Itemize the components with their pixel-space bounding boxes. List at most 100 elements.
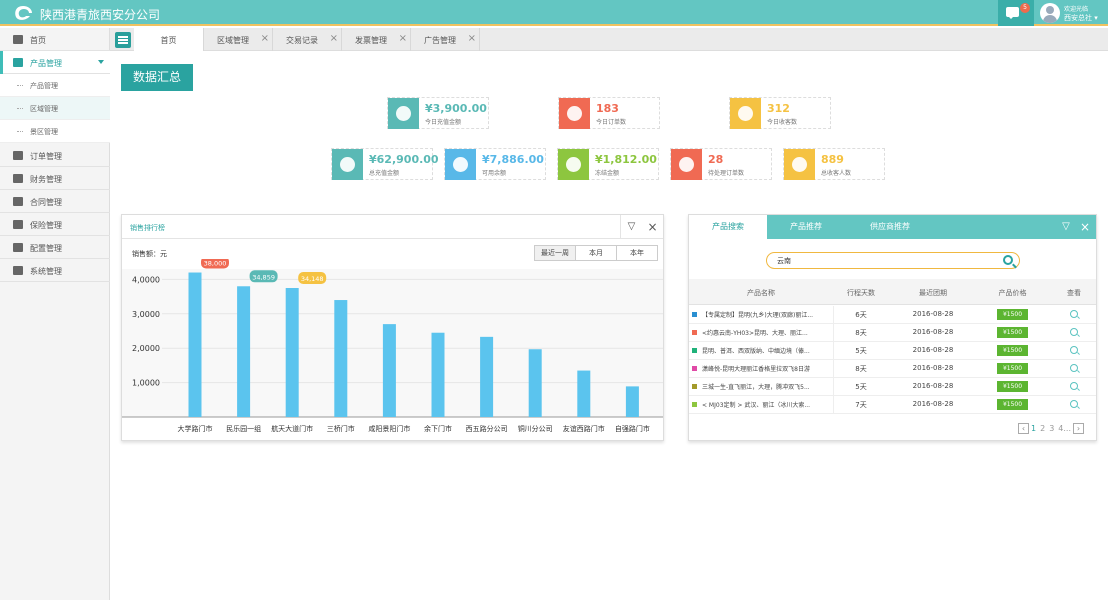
insurance-icon (13, 220, 23, 229)
page-link[interactable]: 4... (1058, 423, 1071, 435)
stat-label: 总收客人数 (821, 170, 852, 177)
sidebar-item-home[interactable]: 首页 (0, 28, 110, 51)
close-icon[interactable]: × (1075, 215, 1095, 239)
sidebar: 首页 产品管理 产品管理 区域管理 景区管理 订单管理 财务管理 合同管理 保险… (0, 28, 110, 600)
close-icon[interactable]: × (261, 33, 269, 44)
stat-label: 今日充值金额 (425, 119, 462, 126)
sidebar-item-insurance[interactable]: 保险管理 (0, 213, 110, 236)
panel-header: 销售排行榜 ▽ × (122, 215, 663, 239)
search-input[interactable] (777, 255, 987, 267)
product-name[interactable]: 昆明、普洱、西双版纳、中缅边境（傣... (702, 346, 827, 355)
stat-today-orders: 183 今日订单数 (558, 97, 660, 129)
user-menu[interactable]: 西安总社 ▾ (1064, 13, 1098, 23)
view-icon[interactable] (1070, 346, 1078, 354)
tab-home[interactable]: 首页 (134, 28, 204, 51)
search-icon[interactable] (1003, 255, 1013, 265)
price-badge: ¥1500 (997, 381, 1028, 392)
x-tick-label: 友谊西路门市 (563, 424, 605, 433)
value-callout-label: 38,000 (204, 260, 227, 268)
stat-value: 889 (821, 153, 844, 166)
product-panel: 产品搜索 产品推荐 供应商推荐 ▽ × 产品名称 行程天数 最近团期 产品价格 … (688, 214, 1097, 441)
product-name[interactable]: <约惠云南-YH03>昆明、大理、丽江... (702, 328, 827, 337)
row-marker (692, 366, 697, 371)
product-name[interactable]: 三城一生-直飞丽江，大理，腾冲双飞5... (702, 382, 827, 391)
row-marker (692, 402, 697, 407)
close-icon[interactable]: × (330, 33, 338, 44)
tab-invoices[interactable]: 发票管理 × (342, 28, 411, 51)
view-icon[interactable] (1070, 328, 1078, 336)
home-icon (13, 35, 23, 44)
sidebar-subitem-label: 区域管理 (30, 105, 58, 113)
avatar[interactable] (1040, 3, 1060, 23)
sidebar-item-orders[interactable]: 订单管理 (0, 144, 110, 167)
x-tick-label: 三桥门市 (327, 424, 355, 433)
sidebar-item-config[interactable]: 配置管理 (0, 236, 110, 259)
page-link[interactable]: 1 (1031, 423, 1036, 435)
tab-ads[interactable]: 广告管理 × (411, 28, 480, 51)
view-icon[interactable] (1070, 364, 1078, 372)
filter-icon[interactable]: ▽ (1057, 215, 1075, 239)
row-marker (692, 384, 697, 389)
y-tick-label: 4,0000 (132, 275, 160, 284)
next-page-button[interactable]: › (1073, 423, 1084, 434)
sidebar-item-products[interactable]: 产品管理 (0, 51, 110, 74)
stat-value: 183 (596, 102, 619, 115)
trip-days: 5天 (855, 383, 867, 391)
bar (625, 386, 639, 417)
stat-value: ¥1,812.00 (595, 153, 657, 166)
tab-product-search[interactable]: 产品搜索 (689, 215, 767, 239)
range-month-button[interactable]: 本月 (576, 246, 617, 260)
menu-toggle-icon[interactable] (115, 32, 131, 48)
close-icon[interactable]: × (468, 33, 476, 44)
welcome-text: 欢迎光临 (1064, 6, 1089, 13)
view-icon[interactable] (1070, 400, 1078, 408)
close-icon[interactable]: × (642, 215, 663, 239)
product-icon (13, 58, 23, 67)
stat-today-customers: 312 今日收客数 (729, 97, 831, 129)
product-name[interactable]: 【专属定制】昆明(九乡)大理(双廊)丽江... (702, 310, 827, 319)
sidebar-item-finance[interactable]: 财务管理 (0, 167, 110, 190)
coins-lock-icon (558, 149, 589, 180)
sidebar-subitem-scenic[interactable]: 景区管理 (0, 120, 110, 143)
product-name[interactable]: < MJ03定制 > 武汉、丽江（冰川大索... (702, 400, 827, 409)
person-icon (730, 98, 761, 129)
view-icon[interactable] (1070, 310, 1078, 318)
page-link[interactable]: 3 (1049, 423, 1054, 435)
stat-total-recharge: ¥62,900.00 总充值金额 (331, 148, 439, 180)
y-tick-label: 3,0000 (132, 310, 160, 319)
price-badge: ¥1500 (997, 363, 1028, 374)
sidebar-subitem-products[interactable]: 产品管理 (0, 74, 110, 97)
trip-days: 7天 (855, 401, 867, 409)
sidebar-item-label: 产品管理 (30, 59, 62, 68)
prev-page-button[interactable]: ‹ (1018, 423, 1029, 434)
range-year-button[interactable]: 本年 (617, 246, 657, 260)
y-tick-label: 2,0000 (132, 344, 160, 353)
range-week-button[interactable]: 最近一周 (535, 246, 576, 260)
tab-regions[interactable]: 区域管理 × (204, 28, 273, 51)
table-row[interactable]: 三城一生-直飞丽江，大理，腾冲双飞5... 5天 2016-08-28 ¥1500 (689, 378, 1096, 396)
sidebar-item-system[interactable]: 系统管理 (0, 259, 110, 282)
product-name[interactable]: 潇峰悦-昆明大理丽江香格里拉双飞8日游 (702, 364, 827, 373)
table-row[interactable]: 潇峰悦-昆明大理丽江香格里拉双飞8日游 8天 2016-08-28 ¥1500 (689, 360, 1096, 378)
tab-product-recommend[interactable]: 产品推荐 (767, 215, 845, 239)
sales-ranking-panel: 销售排行榜 ▽ × 销售额：元 最近一周 本月 本年 1,0000 2,0000 3… (121, 214, 664, 441)
money-bag-icon (332, 149, 363, 180)
next-date: 2016-08-28 (912, 328, 954, 336)
messages-button[interactable]: 5 (998, 0, 1034, 26)
table-row[interactable]: 昆明、普洱、西双版纳、中缅边境（傣... 5天 2016-08-28 ¥1500 (689, 342, 1096, 360)
filter-icon[interactable]: ▽ (620, 215, 642, 239)
data-summary-button[interactable]: 数据汇总 (121, 64, 193, 91)
page-link[interactable]: 2 (1040, 423, 1045, 435)
table-row[interactable]: 【专属定制】昆明(九乡)大理(双廊)丽江... 6天 2016-08-28 ¥1500 (689, 306, 1096, 324)
view-icon[interactable] (1070, 382, 1078, 390)
close-icon[interactable]: × (399, 33, 407, 44)
panel-title: 销售排行榜 (130, 224, 165, 232)
table-row[interactable]: < MJ03定制 > 武汉、丽江（冰川大索... 7天 2016-08-28 ¥150… (689, 396, 1096, 414)
tab-transactions[interactable]: 交易记录 × (273, 28, 342, 51)
table-row[interactable]: <约惠云南-YH03>昆明、大理、丽江... 8天 2016-08-28 ¥1500 (689, 324, 1096, 342)
x-tick-label: 西五路分公司 (466, 424, 508, 433)
sidebar-subitem-regions[interactable]: 区域管理 (0, 97, 110, 120)
value-callout-label: 34,148 (301, 275, 324, 283)
sidebar-item-contracts[interactable]: 合同管理 (0, 190, 110, 213)
tab-supplier-recommend[interactable]: 供应商推荐 (845, 215, 935, 239)
